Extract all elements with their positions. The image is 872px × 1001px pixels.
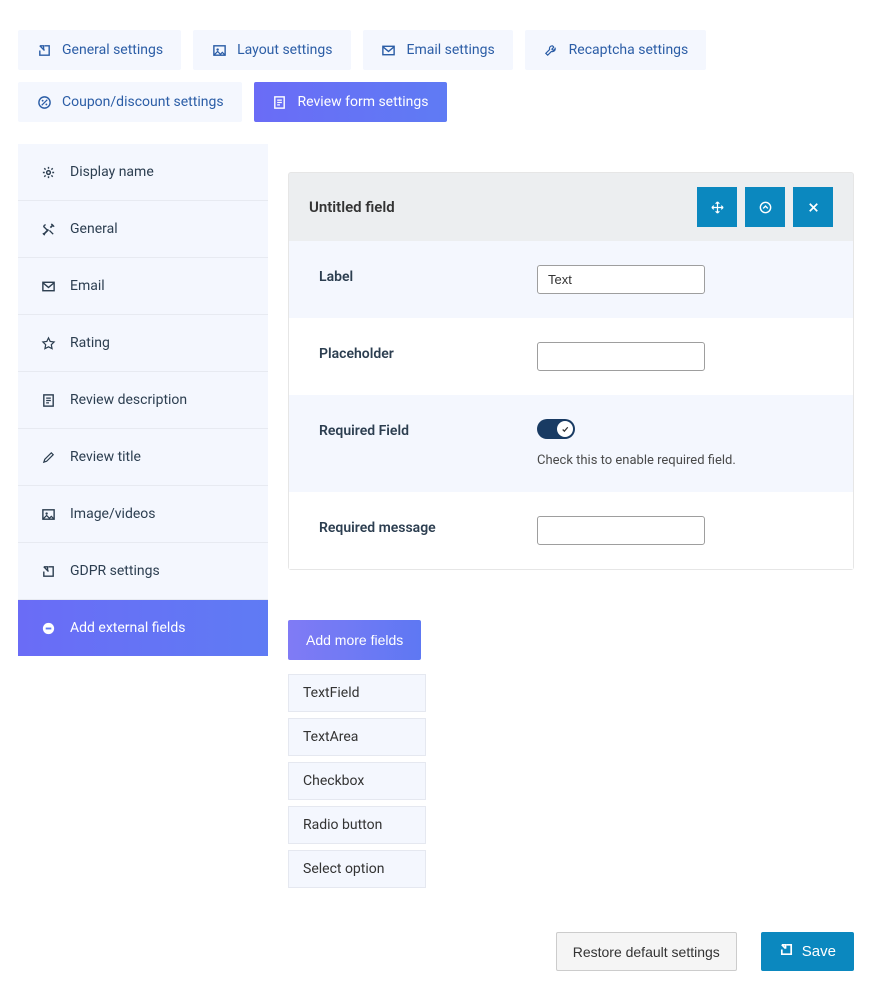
- star-icon: [40, 335, 56, 351]
- required-message-input[interactable]: [537, 516, 705, 545]
- sidebar-item-display-name[interactable]: Display name: [18, 144, 268, 201]
- external-icon: [36, 42, 52, 58]
- field-actions: [697, 187, 833, 227]
- top-tabs: General settings Layout settings Email s…: [18, 30, 854, 122]
- placeholder-input[interactable]: [537, 342, 705, 371]
- sidebar-item-label: Email: [70, 278, 105, 294]
- field-row-required-message: Required message: [289, 492, 853, 569]
- tab-email-settings[interactable]: Email settings: [363, 30, 513, 70]
- external-icon: [40, 563, 56, 579]
- pencil-icon: [40, 449, 56, 465]
- sidebar-item-gdpr[interactable]: GDPR settings: [18, 543, 268, 600]
- wrench-icon: [543, 42, 559, 58]
- image-icon: [211, 42, 227, 58]
- move-field-button[interactable]: [697, 187, 737, 227]
- form-icon: [272, 94, 288, 110]
- field-card: Untitled field Label Placeholder: [288, 172, 854, 570]
- sidebar-item-rating[interactable]: Rating: [18, 315, 268, 372]
- field-row-required: Required Field Check this to enable requ…: [289, 395, 853, 492]
- sidebar-item-label: Image/videos: [70, 506, 155, 522]
- required-toggle[interactable]: [537, 419, 575, 439]
- sidebar-item-image-videos[interactable]: Image/videos: [18, 486, 268, 543]
- option-textarea[interactable]: TextArea: [288, 718, 426, 756]
- save-icon: [779, 942, 794, 961]
- content: Untitled field Label Placeholder: [288, 144, 854, 971]
- row-label: Placeholder: [319, 342, 537, 362]
- tab-layout-settings[interactable]: Layout settings: [193, 30, 350, 70]
- option-select[interactable]: Select option: [288, 850, 426, 888]
- sidebar: Display name General Email Rating Review…: [18, 144, 268, 656]
- tab-coupon-settings[interactable]: Coupon/discount settings: [18, 82, 242, 122]
- field-row-placeholder: Placeholder: [289, 318, 853, 395]
- sidebar-item-review-description[interactable]: Review description: [18, 372, 268, 429]
- sidebar-item-general[interactable]: General: [18, 201, 268, 258]
- tab-label: Recaptcha settings: [569, 42, 689, 58]
- option-textfield[interactable]: TextField: [288, 674, 426, 712]
- sidebar-item-review-title[interactable]: Review title: [18, 429, 268, 486]
- remove-field-button[interactable]: [793, 187, 833, 227]
- gear-icon: [40, 164, 56, 180]
- add-more-fields-button[interactable]: Add more fields: [288, 620, 421, 660]
- sidebar-item-email[interactable]: Email: [18, 258, 268, 315]
- row-label: Required message: [319, 516, 537, 536]
- tab-review-form-settings[interactable]: Review form settings: [254, 82, 447, 122]
- tab-label: Email settings: [407, 42, 495, 58]
- save-label: Save: [802, 943, 836, 960]
- tools-icon: [40, 221, 56, 237]
- sidebar-item-label: Rating: [70, 335, 110, 351]
- tab-recaptcha-settings[interactable]: Recaptcha settings: [525, 30, 707, 70]
- tab-label: Layout settings: [237, 42, 332, 58]
- tab-label: Review form settings: [298, 94, 429, 110]
- footer: Restore default settings Save: [288, 932, 854, 971]
- add-more-options: TextField TextArea Checkbox Radio button…: [288, 674, 426, 888]
- check-icon: [557, 421, 573, 437]
- mail-icon: [381, 42, 397, 58]
- percent-icon: [36, 94, 52, 110]
- label-input[interactable]: [537, 265, 705, 294]
- option-radio-button[interactable]: Radio button: [288, 806, 426, 844]
- option-checkbox[interactable]: Checkbox: [288, 762, 426, 800]
- row-label: Label: [319, 265, 537, 285]
- field-title: Untitled field: [309, 198, 395, 216]
- field-card-header: Untitled field: [289, 173, 853, 241]
- save-button[interactable]: Save: [761, 932, 854, 971]
- sidebar-item-label: Review description: [70, 392, 187, 408]
- restore-defaults-button[interactable]: Restore default settings: [556, 932, 737, 971]
- sidebar-item-label: General: [70, 221, 118, 237]
- tab-label: General settings: [62, 42, 163, 58]
- tab-general-settings[interactable]: General settings: [18, 30, 181, 70]
- form-icon: [40, 392, 56, 408]
- collapse-field-button[interactable]: [745, 187, 785, 227]
- sidebar-item-label: Add external fields: [70, 620, 185, 636]
- tab-label: Coupon/discount settings: [62, 94, 224, 110]
- sidebar-item-label: Review title: [70, 449, 141, 465]
- required-hint: Check this to enable required field.: [537, 453, 823, 468]
- mail-icon: [40, 278, 56, 294]
- sidebar-item-label: GDPR settings: [70, 563, 160, 579]
- field-row-label: Label: [289, 241, 853, 318]
- minus-circle-icon: [40, 620, 56, 636]
- row-label: Required Field: [319, 419, 537, 439]
- add-more-section: Add more fields TextField TextArea Check…: [288, 620, 854, 888]
- sidebar-item-label: Display name: [70, 164, 154, 180]
- image-icon: [40, 506, 56, 522]
- sidebar-item-add-external-fields[interactable]: Add external fields: [18, 600, 268, 656]
